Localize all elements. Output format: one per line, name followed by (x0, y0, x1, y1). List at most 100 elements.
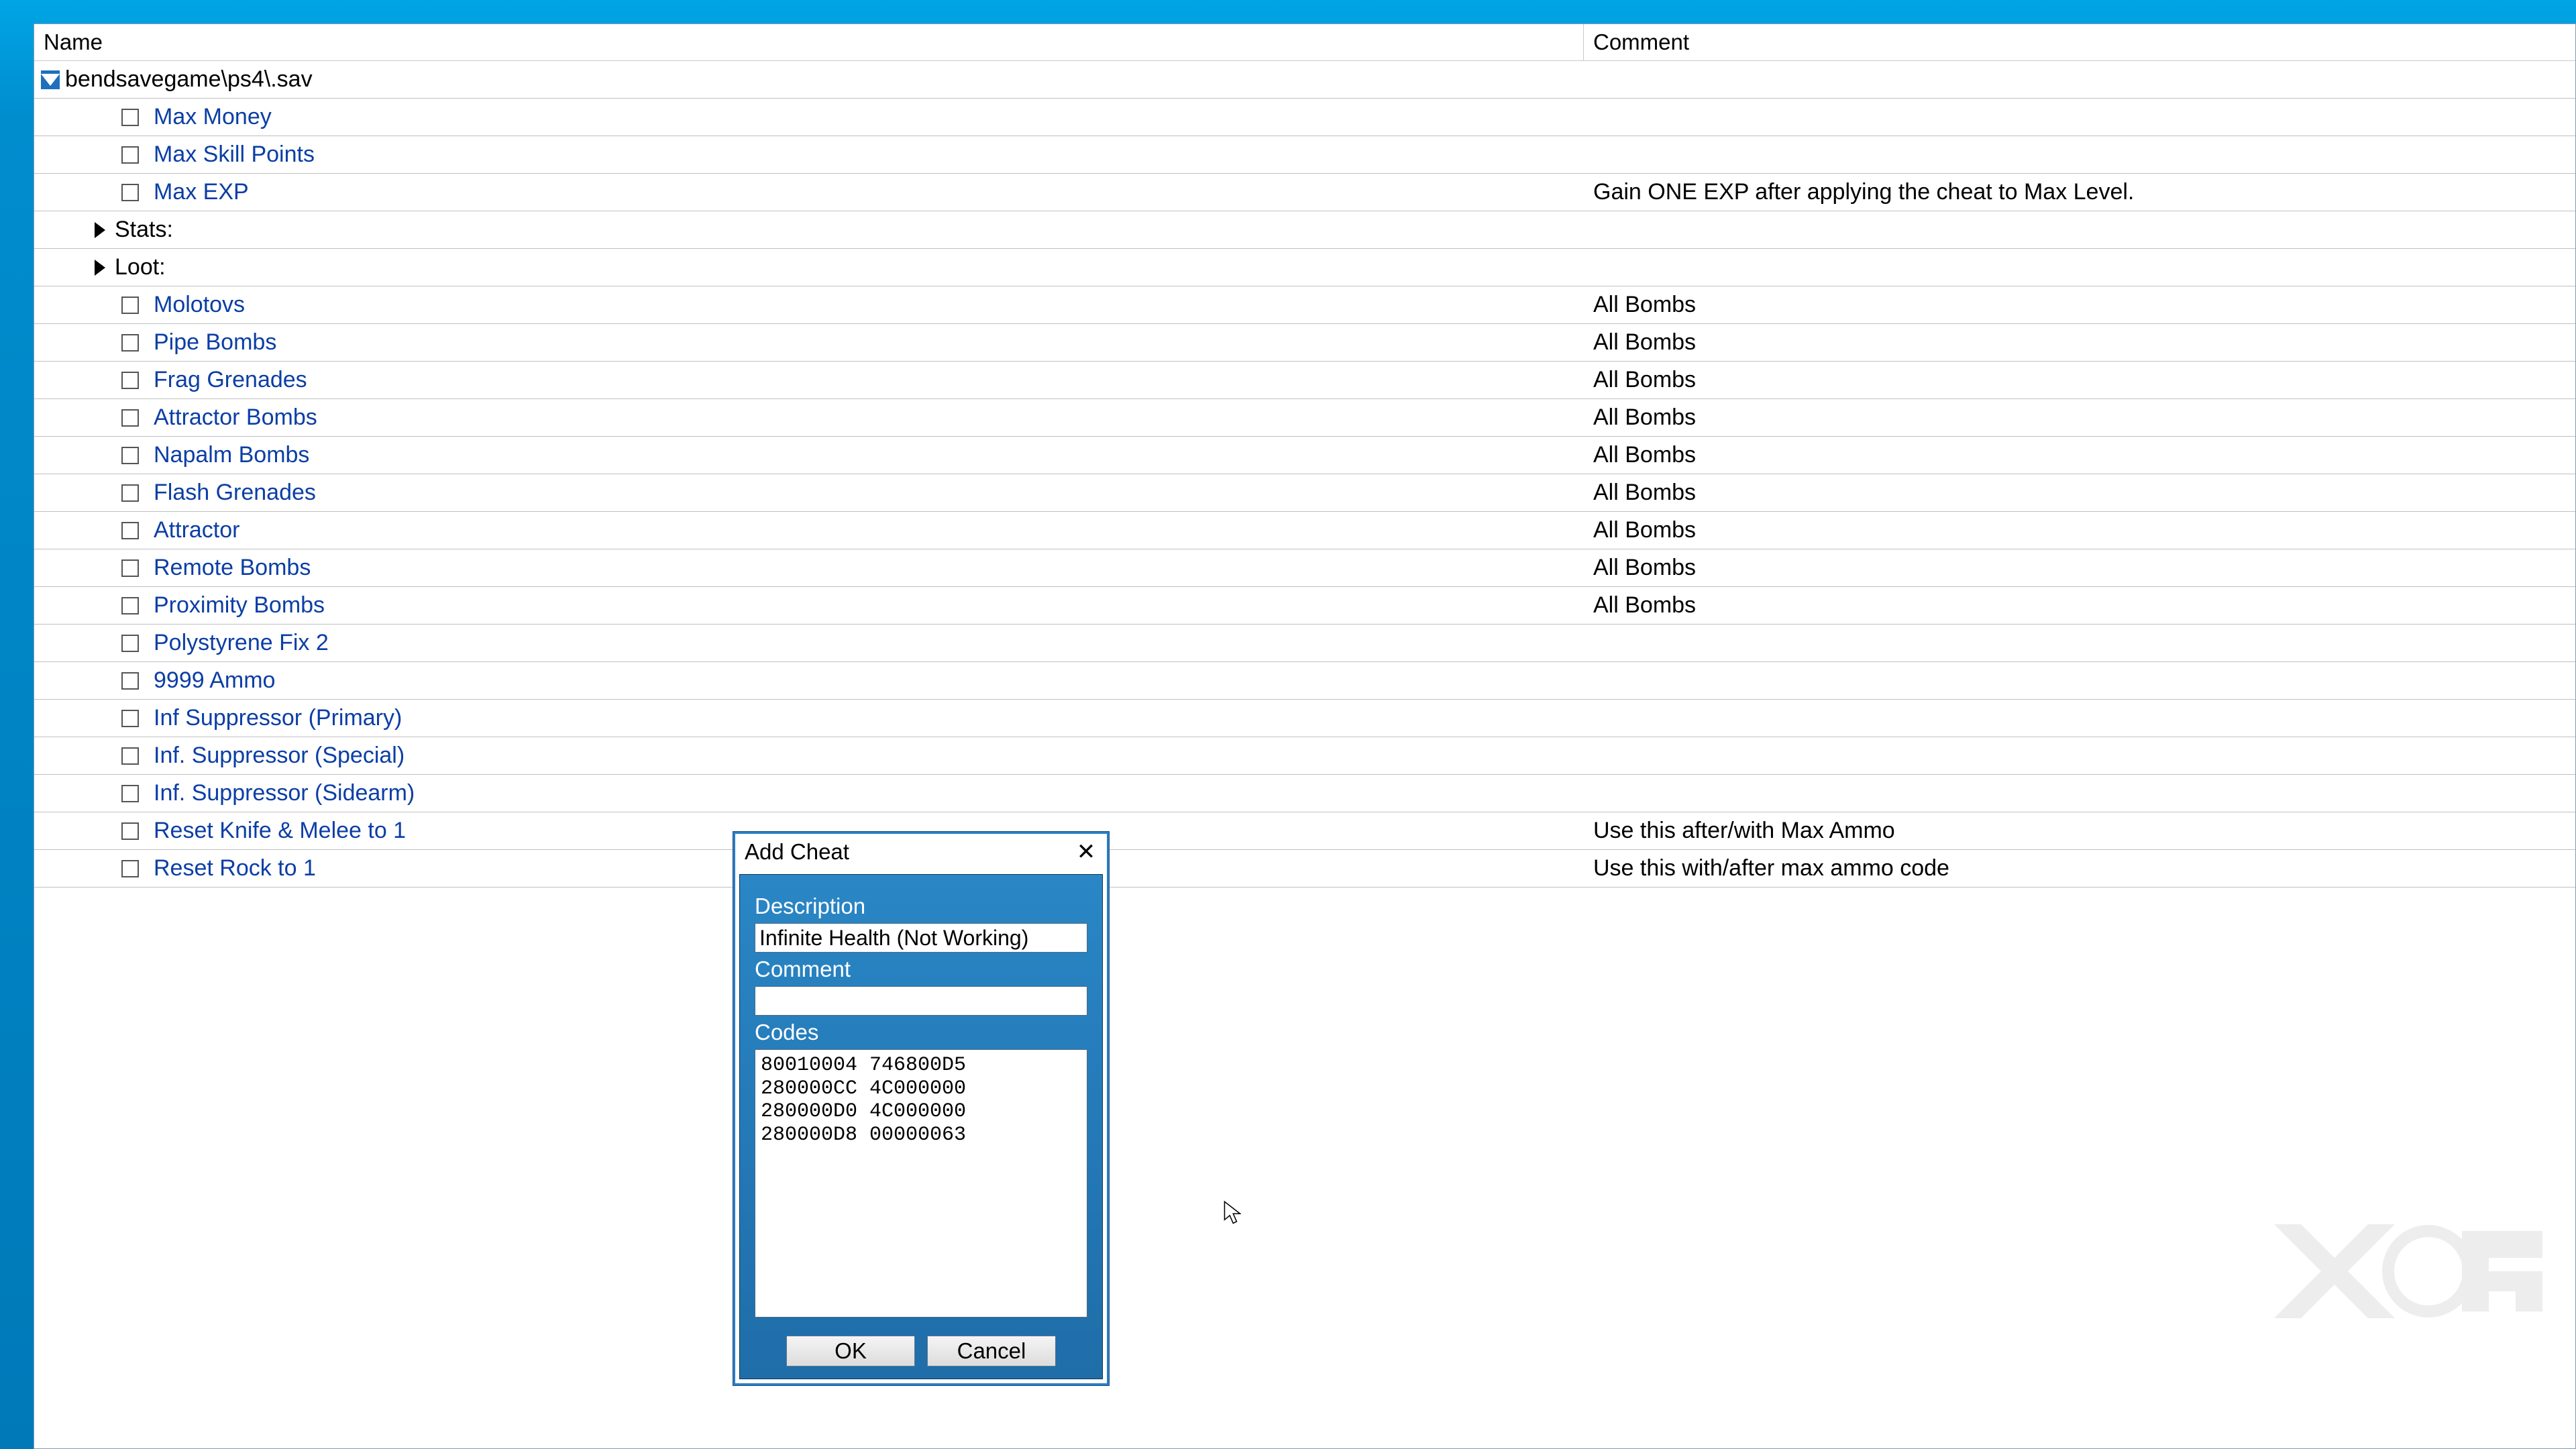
table-row[interactable]: Max Skill Points (34, 136, 2575, 174)
cheat-checkbox[interactable] (121, 785, 139, 802)
comment-label: Comment (755, 957, 1087, 982)
cheat-label[interactable]: Remote Bombs (154, 555, 311, 581)
cell-comment: All Bombs (1584, 399, 2575, 436)
table-row[interactable]: Max EXPGain ONE EXP after applying the c… (34, 174, 2575, 211)
cell-comment: All Bombs (1584, 437, 2575, 474)
cheat-checkbox[interactable] (121, 822, 139, 840)
cheat-label[interactable]: Inf. Suppressor (Special) (154, 743, 405, 769)
cheat-label[interactable]: Reset Rock to 1 (154, 855, 316, 881)
dialog-body: Description Comment Codes OK Cancel (739, 874, 1103, 1379)
cell-name: Polystyrene Fix 2 (34, 625, 1584, 661)
cell-comment: All Bombs (1584, 587, 2575, 624)
table-row[interactable]: Polystyrene Fix 2 (34, 625, 2575, 662)
cell-comment: Use this with/after max ammo code (1584, 850, 2575, 887)
cell-comment: All Bombs (1584, 549, 2575, 586)
table-row[interactable]: Attractor Bombs All Bombs (34, 399, 2575, 437)
cell-name: Max Skill Points (34, 136, 1584, 173)
close-icon[interactable]: ✕ (1069, 838, 1103, 866)
cell-name: Napalm Bombs (34, 437, 1584, 474)
cell-name: Loot: (34, 249, 1584, 286)
table-row[interactable]: Inf. Suppressor (Sidearm) (34, 775, 2575, 812)
cheat-checkbox[interactable] (121, 184, 139, 201)
codes-textarea[interactable] (755, 1049, 1087, 1318)
cell-comment (1584, 713, 2575, 724)
table-row[interactable]: Proximity Bombs All Bombs (34, 587, 2575, 625)
cell-name: Max Money (34, 99, 1584, 136)
cheat-checkbox[interactable] (121, 597, 139, 614)
cell-name: Max EXP (34, 174, 1584, 211)
cheat-label[interactable]: Napalm Bombs (154, 442, 309, 468)
cheat-checkbox[interactable] (121, 109, 139, 126)
table-header: Name Comment (34, 24, 2575, 61)
cheat-checkbox[interactable] (121, 297, 139, 314)
table-row[interactable]: Reset Knife & Melee to 1Use this after/w… (34, 812, 2575, 850)
cheat-label[interactable]: Polystyrene Fix 2 (154, 630, 329, 656)
cell-name: Inf. Suppressor (Sidearm) (34, 775, 1584, 812)
chevron-right-icon[interactable] (95, 222, 105, 238)
cheat-label[interactable]: Inf Suppressor (Primary) (154, 705, 402, 731)
cell-comment (1584, 262, 2575, 273)
comment-input[interactable] (755, 986, 1087, 1016)
cheat-checkbox[interactable] (121, 559, 139, 577)
cell-name: Molotovs (34, 286, 1584, 323)
cheat-checkbox[interactable] (121, 484, 139, 502)
cheat-label[interactable]: Flash Grenades (154, 480, 316, 506)
cheat-checkbox[interactable] (121, 372, 139, 389)
table-row[interactable]: Napalm Bombs All Bombs (34, 437, 2575, 474)
cheat-checkbox[interactable] (121, 747, 139, 765)
col-header-comment[interactable]: Comment (1584, 24, 2575, 60)
table-row[interactable]: Frag GrenadesAll Bombs (34, 362, 2575, 399)
table-row[interactable]: Max Money (34, 99, 2575, 136)
table-row[interactable]: Pipe BombsAll Bombs (34, 324, 2575, 362)
cheat-checkbox[interactable] (121, 710, 139, 727)
chevron-right-icon[interactable] (95, 260, 105, 276)
ok-button[interactable]: OK (786, 1336, 915, 1366)
table-row[interactable]: Molotovs All Bombs (34, 286, 2575, 324)
cheat-label[interactable]: Max Money (154, 104, 272, 130)
cheat-label[interactable]: Max EXP (154, 179, 249, 205)
table-row[interactable]: Inf. Suppressor (Special) (34, 737, 2575, 775)
cell-name: 9999 Ammo (34, 662, 1584, 699)
cheat-label[interactable]: 9999 Ammo (154, 667, 275, 694)
table-row[interactable]: 9999 Ammo (34, 662, 2575, 700)
cell-name: Inf. Suppressor (Special) (34, 737, 1584, 774)
tree-group[interactable]: Loot: (34, 249, 2575, 286)
cheat-checkbox[interactable] (121, 860, 139, 877)
add-cheat-dialog: Add Cheat ✕ Description Comment Codes OK… (733, 832, 1109, 1385)
tree-group[interactable]: Stats: (34, 211, 2575, 249)
cell-name: Frag Grenades (34, 362, 1584, 398)
cheat-label[interactable]: Molotovs (154, 292, 245, 318)
cancel-button[interactable]: Cancel (927, 1336, 1056, 1366)
table-row[interactable]: Inf Suppressor (Primary) (34, 700, 2575, 737)
cheat-label[interactable]: Attractor Bombs (154, 405, 317, 431)
group-label: Loot: (115, 254, 166, 280)
table-row[interactable]: AttractorAll Bombs (34, 512, 2575, 549)
cell-comment (1584, 112, 2575, 123)
cell-comment: All Bombs (1584, 474, 2575, 511)
cheat-checkbox[interactable] (121, 146, 139, 164)
root-row[interactable]: bendsavegame\ps4\.sav (34, 61, 2575, 99)
cheat-label[interactable]: Attractor (154, 517, 239, 543)
cheat-checkbox[interactable] (121, 522, 139, 539)
table-row[interactable]: Reset Rock to 1 Use this with/after max a… (34, 850, 2575, 888)
table-row[interactable]: Flash Grenades All Bombs (34, 474, 2575, 512)
cheat-checkbox[interactable] (121, 409, 139, 427)
expand-icon[interactable] (41, 70, 60, 89)
cheat-checkbox[interactable] (121, 447, 139, 464)
cheat-checkbox[interactable] (121, 635, 139, 652)
description-input[interactable] (755, 923, 1087, 953)
cheat-label[interactable]: Pipe Bombs (154, 329, 276, 356)
cheat-label[interactable]: Proximity Bombs (154, 592, 325, 619)
cell-comment (1584, 676, 2575, 686)
cell-comment: All Bombs (1584, 286, 2575, 323)
dialog-buttons: OK Cancel (755, 1336, 1087, 1366)
dialog-titlebar[interactable]: Add Cheat ✕ (735, 834, 1107, 870)
table-row[interactable]: Remote Bombs All Bombs (34, 549, 2575, 587)
col-header-name[interactable]: Name (34, 24, 1584, 60)
cheat-label[interactable]: Inf. Suppressor (Sidearm) (154, 780, 415, 806)
cheat-checkbox[interactable] (121, 334, 139, 352)
cheat-label[interactable]: Frag Grenades (154, 367, 307, 393)
cheat-label[interactable]: Max Skill Points (154, 142, 315, 168)
cheat-checkbox[interactable] (121, 672, 139, 690)
cheat-label[interactable]: Reset Knife & Melee to 1 (154, 818, 406, 844)
